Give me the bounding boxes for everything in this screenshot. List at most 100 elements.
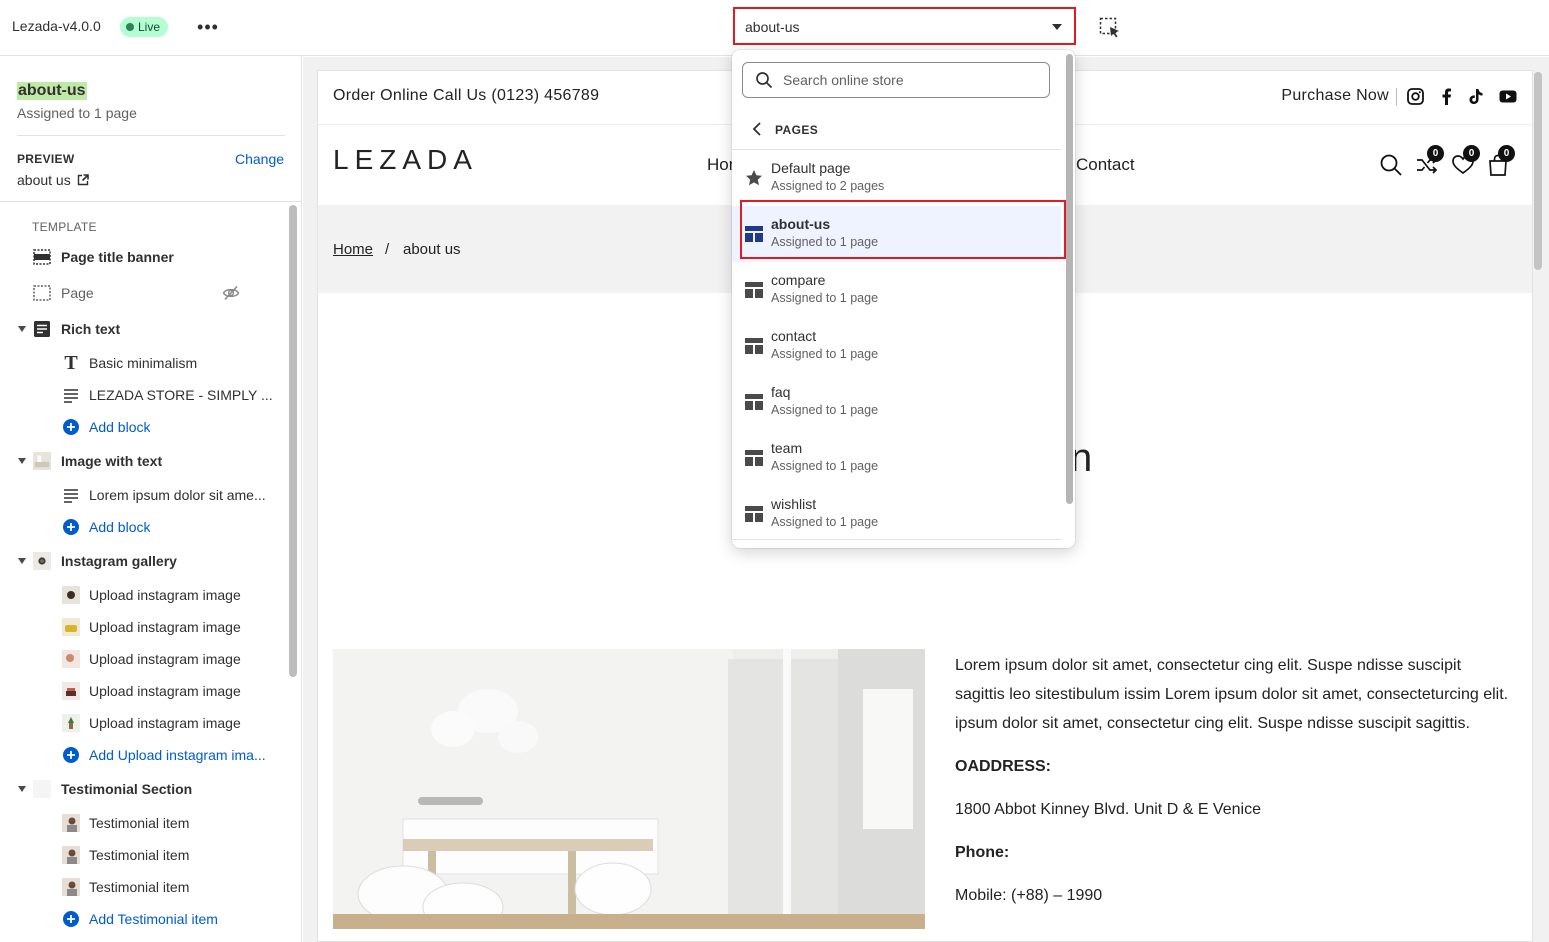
section-label: Instagram gallery bbox=[61, 553, 177, 569]
caret-down-icon[interactable] bbox=[18, 786, 26, 792]
add-testimonial-item-button[interactable]: Add Testimonial item bbox=[0, 903, 286, 935]
section-label: Page bbox=[61, 285, 94, 301]
block-text[interactable]: LEZADA STORE - SIMPLY ... bbox=[0, 379, 286, 411]
store-logo[interactable]: LEZADA bbox=[333, 144, 478, 176]
paragraph-icon bbox=[62, 486, 80, 504]
about-content: Lorem ipsum dolor sit amet, consectetur … bbox=[955, 651, 1515, 924]
section-rich-text[interactable]: Rich text bbox=[0, 313, 286, 345]
image-thumb bbox=[62, 618, 80, 636]
preview-page-link[interactable]: about us bbox=[17, 172, 89, 188]
live-dot-icon bbox=[126, 23, 134, 31]
section-page[interactable]: Page bbox=[0, 277, 286, 309]
purchase-now-link[interactable]: Purchase Now bbox=[1281, 87, 1389, 105]
inspector-button[interactable] bbox=[1098, 16, 1122, 40]
template-option-meta: Assigned to 1 page bbox=[771, 515, 879, 529]
caret-down-icon[interactable] bbox=[18, 458, 26, 464]
block-instagram-image[interactable]: Upload instagram image bbox=[0, 707, 286, 739]
dropdown-scrollbar[interactable] bbox=[1066, 54, 1073, 504]
nav-contact[interactable]: Contact bbox=[1076, 155, 1135, 175]
add-block-button[interactable]: Add block bbox=[0, 511, 286, 543]
template-select-value: about-us bbox=[745, 19, 800, 35]
breadcrumb-home-link[interactable]: Home bbox=[333, 241, 373, 258]
block-label: Upload instagram image bbox=[89, 587, 241, 603]
section-image-with-text[interactable]: Image with text bbox=[0, 445, 286, 477]
sections-sidebar: about-us Assigned to 1 page PREVIEW Chan… bbox=[0, 56, 302, 942]
block-label: Testimonial item bbox=[89, 879, 190, 895]
preview-scrollbar[interactable] bbox=[1534, 72, 1542, 270]
chevron-down-icon bbox=[1052, 24, 1062, 30]
template-option-name: compare bbox=[771, 272, 826, 288]
back-chevron-icon[interactable] bbox=[750, 120, 764, 138]
instagram-icon[interactable] bbox=[1405, 86, 1425, 106]
preview-page-label: about us bbox=[17, 172, 71, 188]
search-icon[interactable] bbox=[1379, 153, 1403, 177]
portrait-thumb bbox=[62, 878, 80, 896]
facebook-icon[interactable] bbox=[1436, 86, 1456, 106]
section-icon bbox=[33, 248, 51, 266]
hidden-eye-icon[interactable] bbox=[222, 284, 240, 302]
divider bbox=[17, 135, 285, 136]
template-option-name: about-us bbox=[771, 216, 831, 232]
plus-circle-icon bbox=[62, 910, 80, 928]
status-badge-label: Live bbox=[138, 20, 161, 34]
block-text[interactable]: Lorem ipsum dolor sit ame... bbox=[0, 479, 286, 511]
section-label: Testimonial Section bbox=[61, 781, 193, 797]
text-icon: T bbox=[64, 352, 78, 374]
status-badge: Live bbox=[120, 17, 169, 37]
image-thumb bbox=[33, 452, 51, 470]
add-block-button[interactable]: Add block bbox=[0, 411, 286, 443]
paragraph-icon bbox=[62, 386, 80, 404]
image-thumb bbox=[62, 682, 80, 700]
template-option-compare[interactable]: compare Assigned to 1 page bbox=[732, 262, 1061, 318]
star-icon bbox=[744, 168, 764, 188]
template-info: about-us Assigned to 1 page PREVIEW Chan… bbox=[0, 56, 301, 202]
search-icon bbox=[755, 71, 773, 89]
image-thumb bbox=[62, 586, 80, 604]
external-link-icon bbox=[77, 174, 89, 186]
template-option-meta: Assigned to 1 page bbox=[771, 459, 879, 473]
section-instagram-gallery[interactable]: Instagram gallery bbox=[0, 545, 286, 577]
block-testimonial-item[interactable]: Testimonial item bbox=[0, 871, 286, 903]
template-option-meta: Assigned to 1 page bbox=[771, 347, 879, 361]
template-search-input[interactable] bbox=[783, 70, 1033, 90]
layout-icon bbox=[744, 448, 764, 468]
template-option-about-us[interactable]: about-us Assigned to 1 page bbox=[732, 206, 1061, 262]
preview-label: PREVIEW bbox=[17, 152, 75, 166]
template-option-faq[interactable]: faq Assigned to 1 page bbox=[732, 374, 1061, 430]
mobile-text: Mobile: (+88) – 1990 bbox=[955, 887, 1103, 904]
theme-name: Lezada-v4.0.0 bbox=[12, 18, 101, 34]
template-option-meta: Assigned to 1 page bbox=[771, 403, 879, 417]
block-instagram-image[interactable]: Upload instagram image bbox=[0, 675, 286, 707]
tiktok-icon[interactable] bbox=[1466, 86, 1486, 106]
caret-down-icon[interactable] bbox=[18, 558, 26, 564]
section-icon bbox=[33, 284, 51, 302]
address-text: 1800 Abbot Kinney Blvd. Unit D & E Venic… bbox=[955, 801, 1261, 818]
section-page-title-banner[interactable]: Page title banner bbox=[0, 241, 286, 273]
block-instagram-image[interactable]: Upload instagram image bbox=[0, 643, 286, 675]
youtube-icon[interactable] bbox=[1498, 86, 1518, 106]
block-testimonial-item[interactable]: Testimonial item bbox=[0, 839, 286, 871]
template-option-team[interactable]: team Assigned to 1 page bbox=[732, 430, 1061, 486]
add-block-label: Add block bbox=[89, 419, 151, 435]
block-heading[interactable]: T Basic minimalism bbox=[0, 347, 286, 379]
template-section-label: TEMPLATE bbox=[32, 220, 97, 234]
plus-circle-icon bbox=[62, 746, 80, 764]
more-actions-button[interactable]: ••• bbox=[196, 16, 220, 38]
template-select[interactable]: about-us bbox=[733, 7, 1076, 45]
block-label: Lorem ipsum dolor sit ame... bbox=[89, 487, 266, 503]
template-option-name: wishlist bbox=[771, 496, 817, 512]
image-thumb bbox=[33, 552, 51, 570]
section-testimonial[interactable]: Testimonial Section bbox=[0, 773, 286, 805]
block-testimonial-item[interactable]: Testimonial item bbox=[0, 807, 286, 839]
caret-down-icon[interactable] bbox=[18, 326, 26, 332]
add-instagram-image-button[interactable]: Add Upload instagram ima... bbox=[0, 739, 286, 771]
sidebar-scrollbar[interactable] bbox=[289, 205, 297, 677]
change-preview-link[interactable]: Change bbox=[235, 151, 284, 167]
image-thumb bbox=[62, 650, 80, 668]
template-option-wishlist[interactable]: wishlist Assigned to 1 page bbox=[732, 486, 1061, 542]
block-instagram-image[interactable]: Upload instagram image bbox=[0, 611, 286, 643]
block-instagram-image[interactable]: Upload instagram image bbox=[0, 579, 286, 611]
plus-circle-icon bbox=[62, 418, 80, 436]
template-option-contact[interactable]: contact Assigned to 1 page bbox=[732, 318, 1061, 374]
template-option-default[interactable]: Default page Assigned to 2 pages bbox=[732, 150, 1061, 206]
